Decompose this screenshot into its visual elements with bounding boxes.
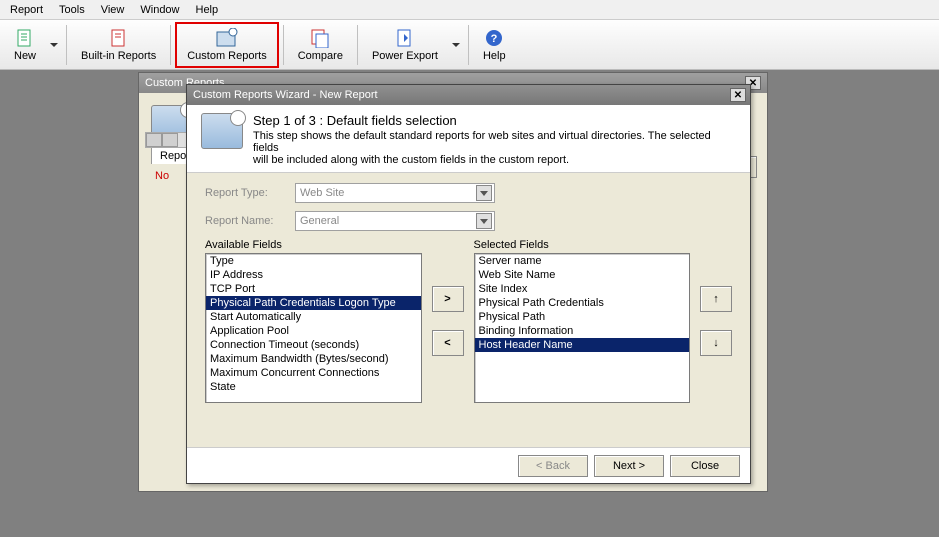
custom-reports-highlight: Custom Reports <box>175 22 278 68</box>
svg-text:?: ? <box>491 33 498 45</box>
wizard-dialog: Custom Reports Wizard - New Report ✕ Ste… <box>186 84 751 484</box>
help-label: Help <box>483 50 506 62</box>
menu-help[interactable]: Help <box>196 4 219 16</box>
wizard-step-title: Step 1 of 3 : Default fields selection <box>253 113 736 128</box>
builtin-label: Built-in Reports <box>81 50 156 62</box>
list-item[interactable]: Host Header Name <box>475 338 690 352</box>
report-type-combo[interactable]: Web Site <box>295 183 495 203</box>
available-fields-label: Available Fields <box>205 239 422 251</box>
menu-window[interactable]: Window <box>140 4 179 16</box>
list-item[interactable]: Site Index <box>475 282 690 296</box>
list-item[interactable]: Web Site Name <box>475 268 690 282</box>
move-up-button[interactable]: ↑ <box>700 286 732 312</box>
available-fields-list[interactable]: TypeIP AddressTCP PortPhysical Path Cred… <box>205 253 422 403</box>
list-item[interactable]: State <box>206 380 421 394</box>
list-item[interactable]: Application Pool <box>206 324 421 338</box>
list-item[interactable]: Maximum Bandwidth (Bytes/second) <box>206 352 421 366</box>
list-item[interactable]: Start Automatically <box>206 310 421 324</box>
selected-fields-list[interactable]: Server nameWeb Site NameSite IndexPhysic… <box>474 253 691 403</box>
power-export-button[interactable]: Power Export <box>362 22 448 68</box>
help-icon: ? <box>484 28 504 48</box>
list-item[interactable]: Connection Timeout (seconds) <box>206 338 421 352</box>
wizard-step-icon <box>201 113 243 149</box>
menu-tools[interactable]: Tools <box>59 4 85 16</box>
power-export-dropdown[interactable] <box>452 43 460 47</box>
list-item[interactable]: IP Address <box>206 268 421 282</box>
custom-reports-button[interactable]: Custom Reports <box>177 22 276 68</box>
wizard-footer: < Back Next > Close <box>187 447 750 483</box>
list-item[interactable]: Physical Path Credentials <box>475 296 690 310</box>
wizard-step-desc1: This step shows the default standard rep… <box>253 130 736 154</box>
chevron-down-icon[interactable] <box>476 185 492 201</box>
new-dropdown[interactable] <box>50 43 58 47</box>
wizard-header: Step 1 of 3 : Default fields selection T… <box>187 105 750 173</box>
toolbar: New Built-in Reports Custom Reports Comp… <box>0 20 939 70</box>
wizard-next-button[interactable]: Next > <box>594 455 664 477</box>
power-export-icon <box>395 28 415 48</box>
new-icon <box>15 28 35 48</box>
menu-bar: Report Tools View Window Help <box>0 0 939 20</box>
wizard-title: Custom Reports Wizard - New Report <box>193 89 378 101</box>
report-type-value: Web Site <box>300 187 344 199</box>
wizard-body: Report Type: Web Site Report Name: Gener… <box>187 173 750 473</box>
help-button[interactable]: ? Help <box>473 22 516 68</box>
menu-report[interactable]: Report <box>10 4 43 16</box>
list-item[interactable]: Server name <box>475 254 690 268</box>
report-name-combo[interactable]: General <box>295 211 495 231</box>
list-item[interactable]: Physical Path Credentials Logon Type <box>206 296 421 310</box>
compare-label: Compare <box>298 50 343 62</box>
custom-label: Custom Reports <box>187 50 266 62</box>
wizard-back-button[interactable]: < Back <box>518 455 588 477</box>
report-type-label: Report Type: <box>205 187 295 199</box>
menu-view[interactable]: View <box>101 4 125 16</box>
builtin-icon <box>109 28 129 48</box>
move-left-button[interactable]: < <box>432 330 464 356</box>
wizard-step-desc2: will be included along with the custom f… <box>253 154 736 166</box>
list-item[interactable]: Binding Information <box>475 324 690 338</box>
move-right-button[interactable]: > <box>432 286 464 312</box>
workarea: Custom Reports ✕ Report No < Back Next >… <box>0 70 939 537</box>
compare-button[interactable]: Compare <box>288 22 353 68</box>
wizard-titlebar: Custom Reports Wizard - New Report ✕ <box>187 85 750 105</box>
report-name-value: General <box>300 215 339 227</box>
wizard-close-icon[interactable]: ✕ <box>730 88 746 102</box>
list-item[interactable]: Maximum Concurrent Connections <box>206 366 421 380</box>
wizard-close-button[interactable]: Close <box>670 455 740 477</box>
chevron-down-icon[interactable] <box>476 213 492 229</box>
compare-icon <box>310 28 330 48</box>
custom-icon <box>215 28 239 48</box>
new-button[interactable]: New <box>4 22 46 68</box>
list-item[interactable]: Type <box>206 254 421 268</box>
report-name-label: Report Name: <box>205 215 295 227</box>
move-down-button[interactable]: ↓ <box>700 330 732 356</box>
new-label: New <box>14 50 36 62</box>
power-export-label: Power Export <box>372 50 438 62</box>
builtin-reports-button[interactable]: Built-in Reports <box>71 22 166 68</box>
list-item[interactable]: TCP Port <box>206 282 421 296</box>
selected-fields-label: Selected Fields <box>474 239 691 251</box>
list-item[interactable]: Physical Path <box>475 310 690 324</box>
